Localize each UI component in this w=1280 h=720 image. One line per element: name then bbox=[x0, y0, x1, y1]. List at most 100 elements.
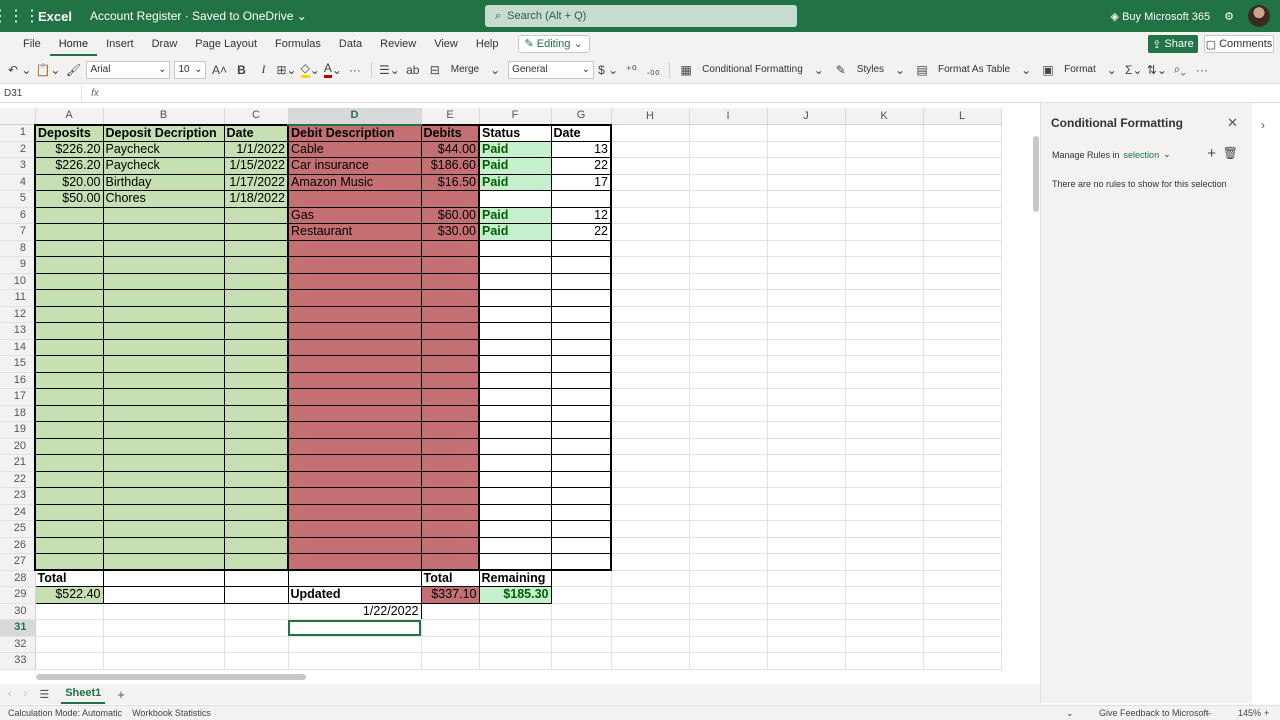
cell-e17[interactable] bbox=[421, 388, 480, 406]
cell-d24[interactable] bbox=[288, 504, 422, 521]
row-header[interactable]: 8 bbox=[0, 240, 36, 257]
chevron-down-icon[interactable]: ⌄ bbox=[1066, 708, 1074, 719]
cell-c8[interactable] bbox=[224, 240, 289, 257]
cell-i26[interactable] bbox=[689, 537, 768, 554]
cell-a20[interactable] bbox=[34, 438, 104, 455]
cell-h33[interactable] bbox=[611, 652, 690, 670]
cell-j20[interactable] bbox=[767, 438, 846, 455]
cell-l19[interactable] bbox=[923, 421, 1002, 439]
cell-c14[interactable] bbox=[224, 339, 289, 356]
cell-c19[interactable] bbox=[224, 421, 289, 439]
cell-g28[interactable] bbox=[551, 570, 612, 587]
cell-f32[interactable] bbox=[479, 636, 552, 653]
tab-help[interactable]: Help bbox=[467, 32, 508, 56]
cell-c7[interactable] bbox=[224, 223, 289, 241]
cell-a15[interactable] bbox=[34, 355, 104, 373]
cell-f12[interactable] bbox=[479, 306, 552, 323]
cell-j23[interactable] bbox=[767, 487, 846, 505]
cell-i28[interactable] bbox=[689, 570, 768, 587]
cell-h10[interactable] bbox=[611, 273, 690, 290]
cell-c29[interactable] bbox=[224, 586, 289, 604]
cell-a26[interactable] bbox=[34, 537, 104, 554]
cell-c30[interactable] bbox=[224, 603, 289, 620]
add-rule-icon[interactable]: + bbox=[1207, 145, 1216, 162]
font-color-icon[interactable]: A ⌄ bbox=[323, 60, 342, 80]
cell-l22[interactable] bbox=[923, 471, 1002, 488]
cell-j7[interactable] bbox=[767, 223, 846, 241]
cell-k21[interactable] bbox=[845, 454, 924, 472]
cell-l33[interactable] bbox=[923, 652, 1002, 670]
cell-c6[interactable] bbox=[224, 207, 289, 224]
cell-i23[interactable] bbox=[689, 487, 768, 505]
column-header-j[interactable]: J bbox=[767, 108, 846, 125]
cell-k7[interactable] bbox=[845, 223, 924, 241]
cell-a24[interactable] bbox=[34, 504, 104, 521]
cell-h9[interactable] bbox=[611, 256, 690, 274]
cell-j29[interactable] bbox=[767, 586, 846, 604]
zoom-out-icon[interactable]: – bbox=[1206, 708, 1211, 718]
cell-b29[interactable] bbox=[103, 586, 225, 604]
cell-j15[interactable] bbox=[767, 355, 846, 373]
cell-k3[interactable] bbox=[845, 157, 924, 175]
cell-l10[interactable] bbox=[923, 273, 1002, 290]
cell-d19[interactable] bbox=[288, 421, 422, 439]
cell-i18[interactable] bbox=[689, 405, 768, 422]
cell-h7[interactable] bbox=[611, 223, 690, 241]
column-header-a[interactable]: A bbox=[35, 108, 104, 125]
cell-f1[interactable]: Status bbox=[479, 123, 552, 142]
cell-e30[interactable] bbox=[421, 603, 480, 620]
cell-b6[interactable] bbox=[103, 207, 225, 224]
cell-c4[interactable]: 1/17/2022 bbox=[224, 174, 289, 191]
row-header[interactable]: 27 bbox=[0, 553, 36, 571]
cell-l18[interactable] bbox=[923, 405, 1002, 422]
cell-d1[interactable]: Debit Description bbox=[288, 123, 422, 142]
cell-d18[interactable] bbox=[288, 405, 422, 422]
cell-j31[interactable] bbox=[767, 619, 846, 637]
row-header[interactable]: 7 bbox=[0, 223, 36, 241]
cell-a16[interactable] bbox=[34, 372, 104, 389]
cell-d10[interactable] bbox=[288, 273, 422, 290]
cell-l14[interactable] bbox=[923, 339, 1002, 356]
row-header[interactable]: 24 bbox=[0, 504, 36, 521]
cell-a31[interactable] bbox=[35, 619, 104, 637]
cell-e4[interactable]: $16.50 bbox=[421, 174, 480, 191]
cell-k9[interactable] bbox=[845, 256, 924, 274]
cell-f21[interactable] bbox=[479, 454, 552, 472]
column-header-f[interactable]: F bbox=[479, 108, 552, 125]
row-header[interactable]: 14 bbox=[0, 339, 36, 356]
cell-i22[interactable] bbox=[689, 471, 768, 488]
cell-b14[interactable] bbox=[103, 339, 225, 356]
cell-e6[interactable]: $60.00 bbox=[421, 207, 480, 224]
column-header-e[interactable]: E bbox=[421, 108, 480, 125]
cell-h23[interactable] bbox=[611, 487, 690, 505]
cell-i16[interactable] bbox=[689, 372, 768, 389]
cell-d12[interactable] bbox=[288, 306, 422, 323]
column-header-l[interactable]: L bbox=[923, 108, 1002, 125]
tab-formulas[interactable]: Formulas bbox=[266, 32, 330, 56]
cell-k33[interactable] bbox=[845, 652, 924, 670]
autosum-icon[interactable]: Σ⌄ bbox=[1125, 60, 1143, 80]
cell-j16[interactable] bbox=[767, 372, 846, 389]
tab-file[interactable]: File bbox=[14, 32, 50, 56]
cell-k27[interactable] bbox=[845, 553, 924, 571]
cell-f33[interactable] bbox=[479, 652, 552, 670]
cell-e11[interactable] bbox=[421, 289, 480, 307]
decrease-decimal-icon[interactable]: .₀₀ bbox=[644, 60, 662, 80]
tab-view[interactable]: View bbox=[425, 32, 467, 56]
row-header[interactable]: 4 bbox=[0, 174, 36, 191]
cell-g16[interactable] bbox=[551, 372, 612, 389]
cell-i25[interactable] bbox=[689, 520, 768, 538]
row-header[interactable]: 20 bbox=[0, 438, 36, 455]
cell-k6[interactable] bbox=[845, 207, 924, 224]
cell-l4[interactable] bbox=[923, 174, 1002, 191]
tab-review[interactable]: Review bbox=[371, 32, 425, 56]
cell-l9[interactable] bbox=[923, 256, 1002, 274]
cell-a32[interactable] bbox=[35, 636, 104, 653]
cell-h20[interactable] bbox=[611, 438, 690, 455]
cell-h3[interactable] bbox=[611, 157, 690, 175]
format-button[interactable]: Format bbox=[1061, 64, 1099, 75]
cell-a18[interactable] bbox=[34, 405, 104, 422]
find-icon[interactable]: ⌕⌄ bbox=[1171, 60, 1189, 80]
share-button[interactable]: ⇪ Share bbox=[1148, 35, 1198, 53]
merge-button[interactable]: Merge bbox=[448, 64, 482, 75]
